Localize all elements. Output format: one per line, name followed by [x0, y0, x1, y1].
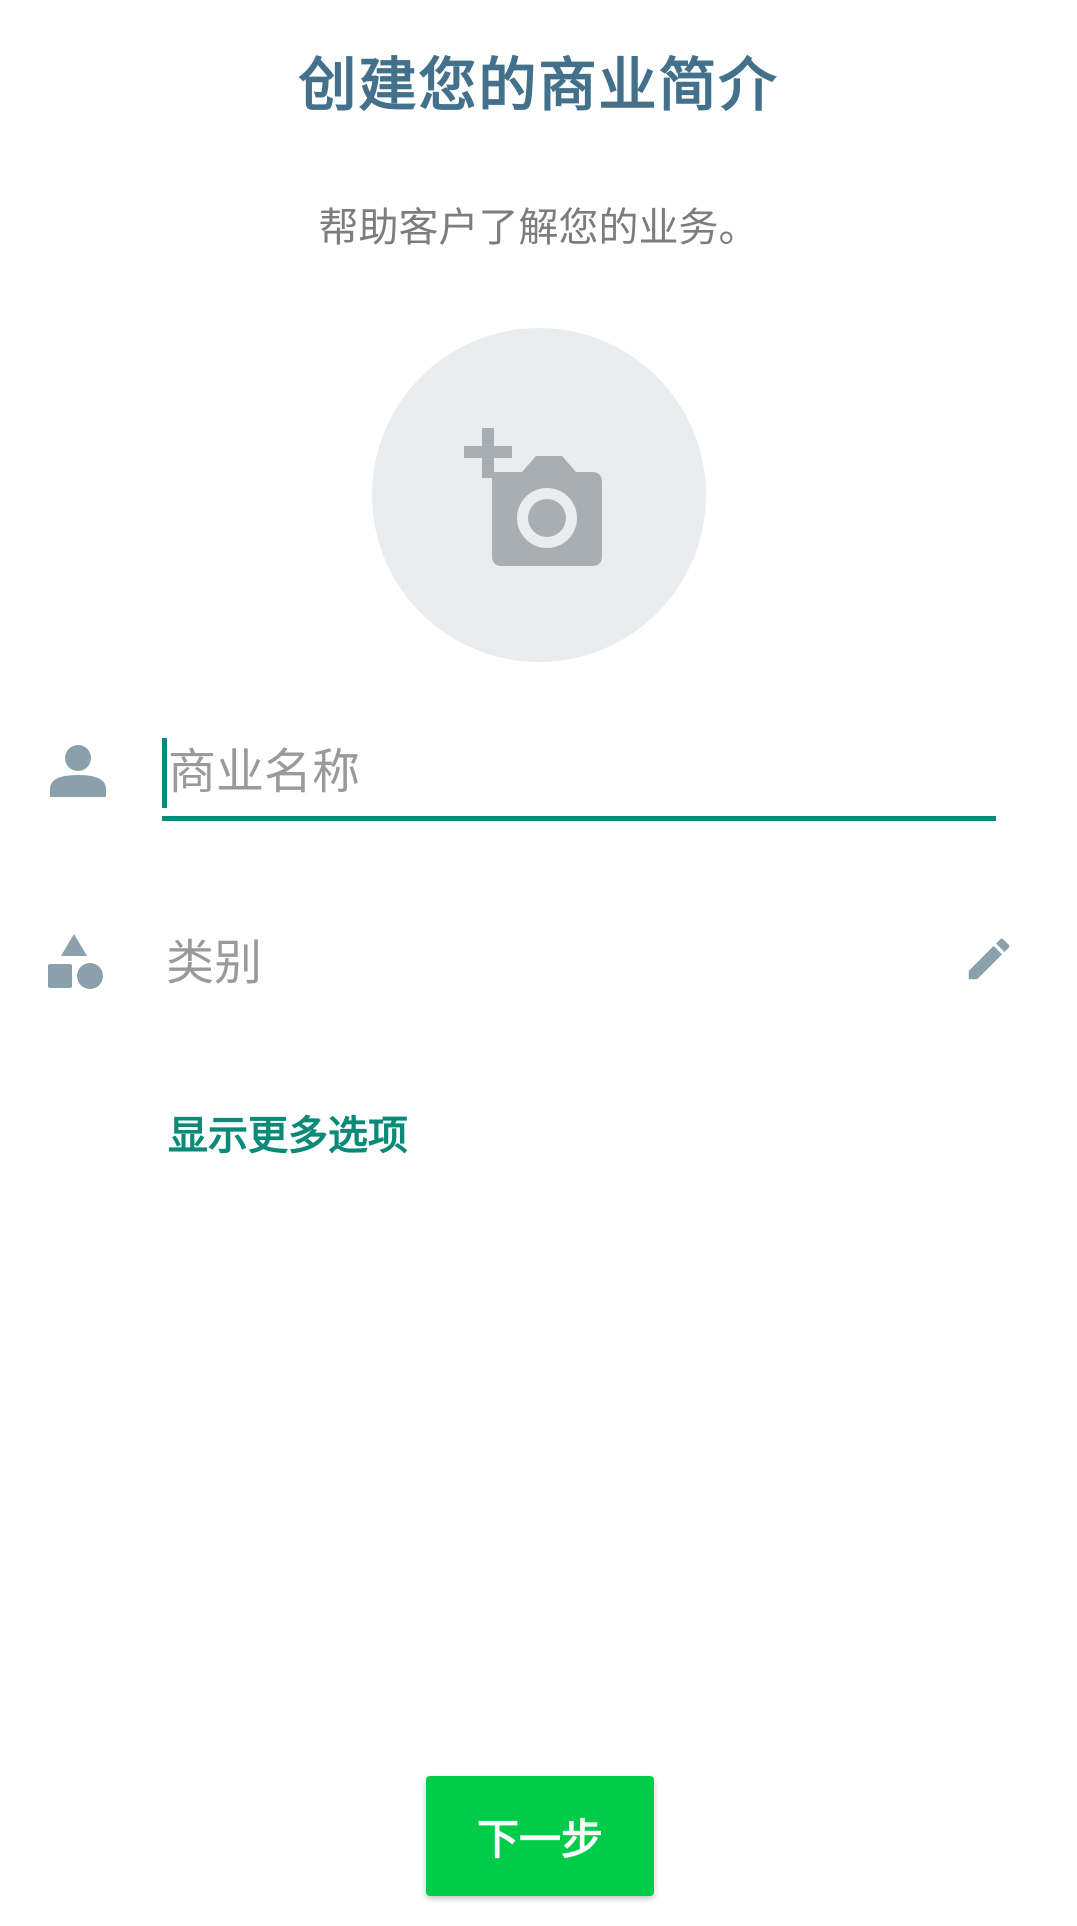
- show-more-options-link[interactable]: 显示更多选项: [168, 1106, 408, 1166]
- person-icon: [50, 745, 106, 797]
- page-subtitle: 帮助客户了解您的业务。: [318, 205, 759, 251]
- profile-photo-button[interactable]: [372, 328, 706, 662]
- category-label: 类别: [166, 935, 263, 991]
- category-field[interactable]: 类别: [162, 920, 1032, 1010]
- next-button[interactable]: 下一步: [426, 1776, 654, 1896]
- pencil-icon[interactable]: [962, 932, 1016, 986]
- shapes-icon: [48, 934, 103, 989]
- add-photo-camera-icon: [464, 428, 602, 566]
- text-cursor: [162, 738, 167, 808]
- create-business-profile-screen: 创建您的商业简介 帮助客户了解您的业务。 类别 显示更多选项 下一步: [0, 0, 1077, 1926]
- business-name-field[interactable]: [162, 732, 1002, 821]
- page-title: 创建您的商业简介: [298, 51, 779, 119]
- business-name-input[interactable]: [162, 732, 1002, 812]
